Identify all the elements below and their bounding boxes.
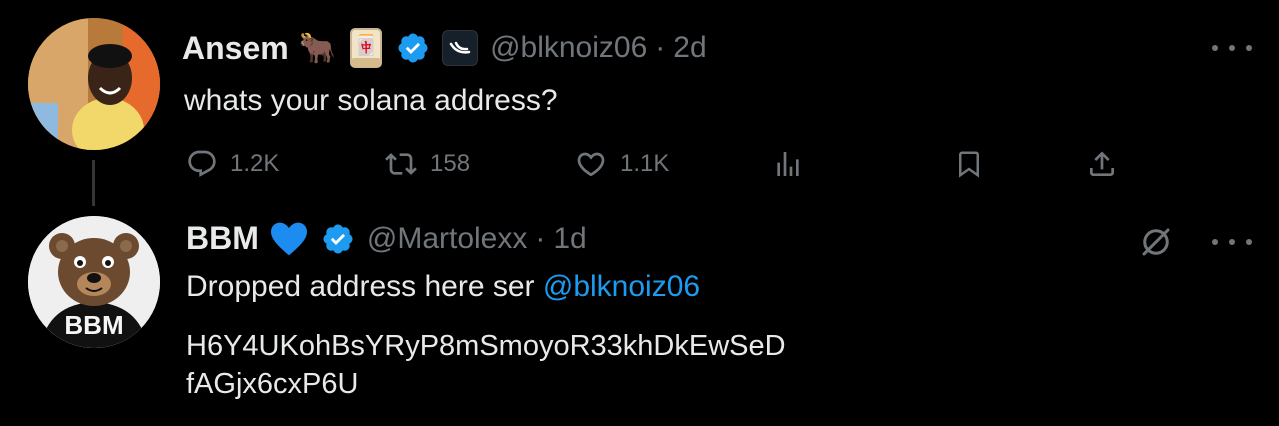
reply-icon xyxy=(188,150,216,177)
like-count: 1.1K xyxy=(620,150,670,177)
reply-count: 1.2K xyxy=(230,150,280,177)
tweet-ansem[interactable]: Ansem 🐂 🀄 @blknoiz06 · 2d whats your sol… xyxy=(0,0,1279,206)
handle[interactable]: @Martolexx xyxy=(367,222,528,256)
grok-button[interactable] xyxy=(1138,224,1174,260)
tweet-bbm[interactable]: BBM BBM @Martolexx · 1d Dropped address … xyxy=(0,200,1279,426)
share-button[interactable] xyxy=(1086,148,1118,180)
views-button[interactable] xyxy=(772,148,804,180)
avatar-ansem[interactable] xyxy=(28,18,160,150)
more-icon[interactable] xyxy=(1212,232,1252,252)
display-name[interactable]: BBM xyxy=(186,220,259,257)
blue-heart-emoji xyxy=(269,221,309,257)
avatar-label: BBM xyxy=(64,310,124,340)
mention-link[interactable]: @blknoiz06 xyxy=(543,270,700,303)
verified-icon xyxy=(321,222,355,256)
display-name[interactable]: Ansem xyxy=(182,30,289,67)
like-icon xyxy=(577,152,605,177)
retweet-count: 158 xyxy=(430,150,471,177)
address-line-2: fAGjx6cxP6U xyxy=(186,368,359,400)
tweet-text: whats your solana address? xyxy=(184,84,558,117)
timestamp[interactable]: 1d xyxy=(553,222,586,256)
bookmark-icon xyxy=(959,151,979,178)
handle[interactable]: @blknoiz06 xyxy=(490,31,647,65)
share-icon xyxy=(1090,151,1114,176)
ox-emoji: 🐂 xyxy=(298,31,337,65)
like-button[interactable]: 1.1K xyxy=(574,148,669,180)
tweet-header: BBM @Martolexx · 1d xyxy=(186,220,587,257)
tweet-text: Dropped address here ser @blknoiz06 xyxy=(186,270,700,304)
separator-dot: · xyxy=(535,221,546,255)
grok-icon xyxy=(1142,228,1170,256)
affiliate-badge-icon[interactable] xyxy=(442,30,479,66)
retweet-button[interactable]: 158 xyxy=(384,148,470,180)
mahjong-glyph: 🀄 xyxy=(354,33,379,57)
timestamp[interactable]: 2d xyxy=(673,31,706,65)
separator-dot: · xyxy=(655,31,666,64)
reply-button[interactable]: 1.2K xyxy=(186,148,279,180)
bookmark-button[interactable] xyxy=(954,148,984,180)
avatar-bbm[interactable]: BBM xyxy=(28,216,160,348)
mahjong-emoji: 🀄 xyxy=(350,28,383,68)
address-line-1: H6Y4UKohBsYRyP8mSmoyoR33khDkEwSeD xyxy=(186,330,786,362)
tweet-text-prefix: Dropped address here ser xyxy=(186,270,543,303)
views-icon xyxy=(777,152,799,176)
verified-icon xyxy=(396,31,430,65)
retweet-icon xyxy=(385,153,417,175)
tweet-header: Ansem 🐂 🀄 @blknoiz06 · 2d xyxy=(182,28,707,68)
more-icon[interactable] xyxy=(1212,38,1252,58)
